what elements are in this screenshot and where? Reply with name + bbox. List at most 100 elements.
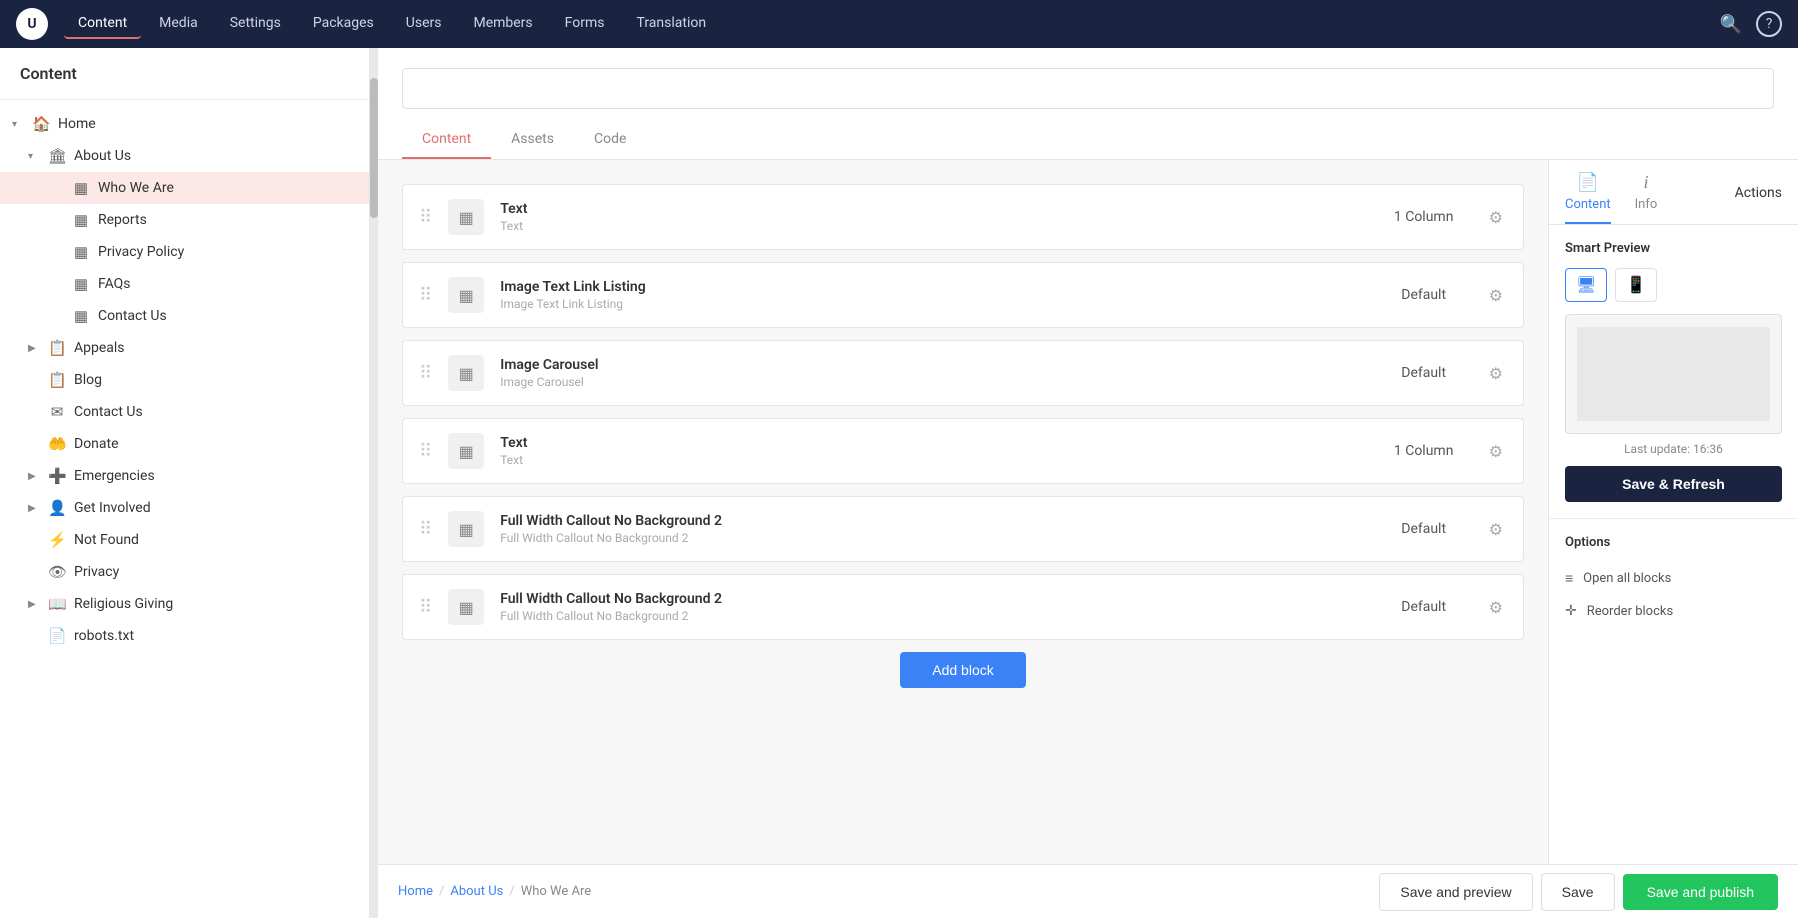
sidebar-item-get-involved[interactable]: ▶👤Get Involved: [0, 492, 369, 524]
add-block-area: Add block: [402, 652, 1524, 688]
sidebar-item-privacy[interactable]: 👁Privacy: [0, 556, 369, 588]
right-panel: 📄 Content i Info Actions Smart Preview 🖥…: [1548, 160, 1798, 864]
save-publish-button[interactable]: Save and publish: [1623, 874, 1778, 910]
block-layout-block-4: 1 Column: [1379, 443, 1469, 459]
nav-item-forms[interactable]: Forms: [551, 9, 619, 39]
block-gear-block-4[interactable]: ⚙: [1485, 438, 1507, 465]
tab-content[interactable]: Content: [402, 121, 491, 159]
option-open-all-blocks[interactable]: ≡Open all blocks: [1565, 562, 1782, 595]
sidebar-item-reports[interactable]: ▦Reports: [0, 204, 369, 236]
nav-item-users[interactable]: Users: [392, 9, 456, 39]
block-gear-block-2[interactable]: ⚙: [1485, 282, 1507, 309]
nav-item-translation[interactable]: Translation: [622, 9, 720, 39]
block-icon-block-6: ▦: [448, 589, 484, 625]
logo[interactable]: U: [16, 8, 48, 40]
sidebar-item-home[interactable]: ▾🏠Home: [0, 108, 369, 140]
block-name-block-4: Text: [500, 435, 1362, 451]
nav-item-packages[interactable]: Packages: [299, 9, 388, 39]
sidebar-item-donate[interactable]: 🤲Donate: [0, 428, 369, 460]
nav-item-media[interactable]: Media: [145, 9, 212, 39]
block-layout-block-5: Default: [1379, 521, 1469, 537]
option-icon-reorder-blocks: ✛: [1565, 603, 1577, 619]
label-appeals: Appeals: [74, 340, 353, 356]
breadcrumb-home[interactable]: Home: [398, 884, 433, 899]
drag-handle-block-6[interactable]: ⠿: [419, 597, 432, 618]
sidebar-scrollbar[interactable]: [370, 48, 378, 918]
block-row-block-2: ⠿ ▦ Image Text Link ListingImage Text Link…: [402, 262, 1524, 328]
breadcrumb-current: Who We Are: [521, 884, 591, 899]
save-button[interactable]: Save: [1541, 873, 1615, 911]
help-icon[interactable]: ?: [1756, 11, 1782, 37]
sidebar-item-contact-us-about[interactable]: ▦Contact Us: [0, 300, 369, 332]
nav-item-members[interactable]: Members: [459, 9, 546, 39]
sidebar-item-about-us[interactable]: ▾🏛About Us: [0, 140, 369, 172]
breadcrumb: Home / About Us / Who We Are: [398, 884, 1379, 899]
block-row-block-4: ⠿▦TextText1 Column⚙: [402, 418, 1524, 484]
icon-religious-giving: 📖: [48, 595, 66, 613]
sidebar-item-emergencies[interactable]: ▶➕Emergencies: [0, 460, 369, 492]
icon-contact-us: ✉: [48, 403, 66, 421]
sidebar-item-who-we-are[interactable]: ▦Who We Are: [0, 172, 369, 204]
block-info-block-5[interactable]: Full Width Callout No Background 2Full W…: [500, 513, 1362, 545]
icon-reports: ▦: [72, 211, 90, 229]
save-refresh-button[interactable]: Save & Refresh: [1565, 466, 1782, 502]
content-tabs: ContentAssetsCode: [402, 121, 1774, 159]
sidebar-item-not-found[interactable]: ⚡Not Found: [0, 524, 369, 556]
icon-blog: 📋: [48, 371, 66, 389]
block-name-block-3: Image Carousel: [500, 357, 1362, 373]
add-block-button[interactable]: Add block: [900, 652, 1025, 688]
drag-handle-block-1[interactable]: ⠿: [419, 207, 432, 228]
drag-handle-block-5[interactable]: ⠿: [419, 519, 432, 540]
block-info-block-2[interactable]: Image Text Link ListingImage Text Link L…: [500, 279, 1362, 311]
block-info-block-3[interactable]: Image Carousel Image Carousel: [500, 357, 1362, 389]
sidebar-item-contact-us[interactable]: ✉ Contact Us: [0, 396, 369, 428]
sidebar-item-faqs[interactable]: ▦FAQs: [0, 268, 369, 300]
icon-contact-us-about: ▦: [72, 307, 90, 325]
mobile-device-btn[interactable]: 📱: [1615, 268, 1657, 302]
content-main-wrapper: Who We Are ContentAssetsCode ⠿▦TextText1…: [378, 48, 1798, 918]
sidebar-item-religious-giving[interactable]: ▶📖Religious Giving: [0, 588, 369, 620]
search-icon[interactable]: 🔍: [1710, 8, 1752, 41]
nav-item-settings[interactable]: Settings: [216, 9, 295, 39]
block-gear-block-1[interactable]: ⚙: [1485, 204, 1507, 231]
arrow-appeals: ▶: [28, 343, 40, 354]
actions-button[interactable]: Actions: [1735, 185, 1782, 211]
block-gear-block-6[interactable]: ⚙: [1485, 594, 1507, 621]
sidebar-item-privacy-policy[interactable]: ▦Privacy Policy: [0, 236, 369, 268]
block-info-block-4[interactable]: TextText: [500, 435, 1362, 467]
tab-code[interactable]: Code: [574, 121, 646, 159]
block-gear-block-5[interactable]: ⚙: [1485, 516, 1507, 543]
breadcrumb-about-us[interactable]: About Us: [450, 884, 503, 899]
sidebar: Content ▾🏠Home▾🏛About Us▦Who We Are▦Repo…: [0, 48, 370, 918]
breadcrumb-sep-1: /: [439, 884, 444, 899]
block-row-block-6: ⠿ ▦ Full Width Callout No Background 2Full…: [402, 574, 1524, 640]
label-emergencies: Emergencies: [74, 468, 353, 484]
block-name-block-6: Full Width Callout No Background 2: [500, 591, 1362, 607]
tab-info[interactable]: i Info: [1635, 172, 1658, 224]
options-section: Options ≡Open all blocks✛Reorder blocks: [1549, 519, 1798, 643]
label-contact-us: Contact Us: [74, 404, 353, 420]
drag-handle-block-4[interactable]: ⠿: [419, 441, 432, 462]
page-title-input[interactable]: Who We Are: [402, 68, 1774, 109]
block-row-block-3: ⠿▦Image CarouselImage CarouselDefault⚙: [402, 340, 1524, 406]
sidebar-item-robots[interactable]: 📄robots.txt: [0, 620, 369, 652]
block-icon-block-1: ▦: [448, 199, 484, 235]
block-icon-block-2: ▦: [448, 277, 484, 313]
block-subname-block-3: Image Carousel: [500, 375, 1362, 389]
nav-item-content[interactable]: Content: [64, 9, 141, 39]
option-reorder-blocks[interactable]: ✛Reorder blocks: [1565, 595, 1782, 627]
desktop-device-btn[interactable]: 🖥: [1565, 268, 1607, 302]
tab-assets[interactable]: Assets: [491, 121, 574, 159]
icon-emergencies: ➕: [48, 467, 66, 485]
save-preview-button[interactable]: Save and preview: [1379, 873, 1532, 911]
drag-handle-block-3[interactable]: ⠿: [419, 363, 432, 384]
icon-not-found: ⚡: [48, 531, 66, 549]
block-info-block-6[interactable]: Full Width Callout No Background 2Full W…: [500, 591, 1362, 623]
block-gear-block-3[interactable]: ⚙: [1485, 360, 1507, 387]
tab-content[interactable]: 📄 Content: [1565, 172, 1611, 224]
sidebar-item-appeals[interactable]: ▶📋Appeals: [0, 332, 369, 364]
block-info-block-1[interactable]: TextText: [500, 201, 1362, 233]
block-subname-block-1: Text: [500, 219, 1362, 233]
drag-handle-block-2[interactable]: ⠿: [419, 285, 432, 306]
sidebar-item-blog[interactable]: 📋Blog: [0, 364, 369, 396]
